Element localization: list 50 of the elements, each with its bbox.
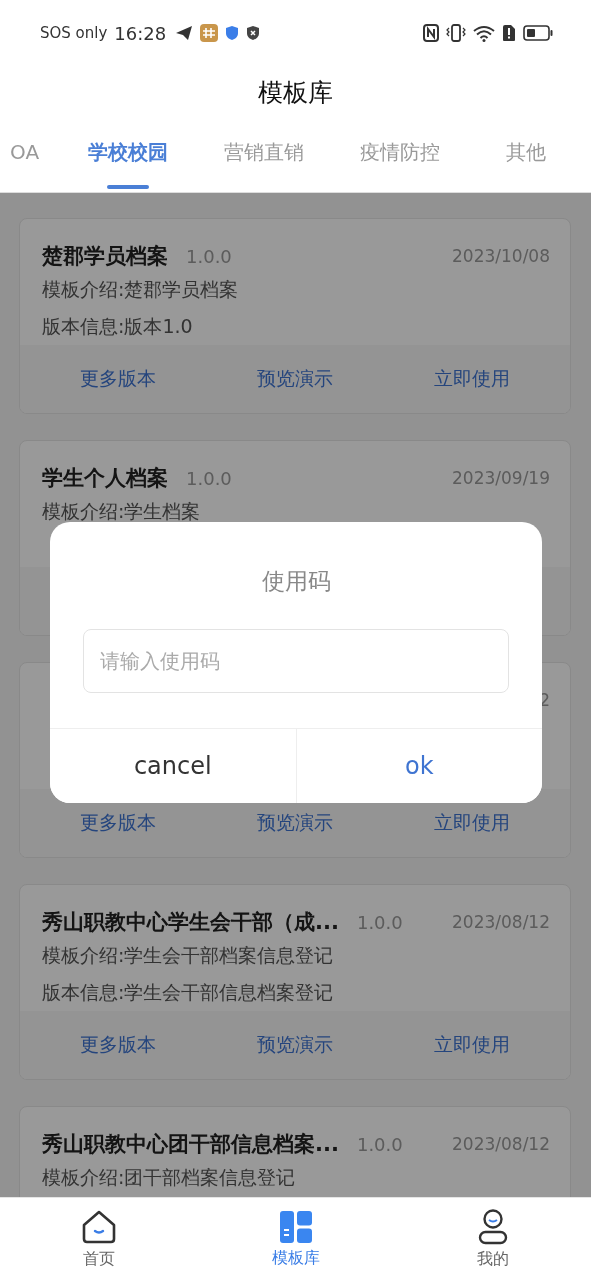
intro-text: 模板介绍:团干部档案信息登记 bbox=[42, 1164, 296, 1190]
cancel-button[interactable]: cancel bbox=[50, 729, 297, 803]
version-text: 1.0.0 bbox=[356, 1133, 403, 1155]
paper-plane-icon bbox=[175, 25, 194, 41]
date-text: 2023/08/12 bbox=[452, 912, 550, 932]
intro-text: 模板介绍:学生档案 bbox=[42, 498, 201, 524]
version-info-text: 版本信息:版本1.0 bbox=[42, 313, 193, 339]
category-tab[interactable]: 营销直销 bbox=[196, 118, 332, 192]
category-tab[interactable]: OA bbox=[0, 118, 60, 192]
category-tab[interactable]: 其他 bbox=[468, 118, 584, 192]
template-title: 学生个人档案 bbox=[42, 465, 168, 492]
version-text: 1.0.0 bbox=[356, 911, 403, 933]
date-text: 2023/09/19 bbox=[452, 468, 550, 488]
template-title: 秀山职教中心团干部信息档案... bbox=[42, 1131, 339, 1158]
home-icon bbox=[80, 1208, 117, 1245]
card-action-link[interactable]: 更多版本 bbox=[72, 806, 165, 840]
template-title: 秀山职教中心学生会干部（成... bbox=[42, 909, 339, 936]
date-text: 2023/10/08 bbox=[452, 246, 550, 266]
card-action-link[interactable]: 立即使用 bbox=[425, 1028, 518, 1062]
carrier-text: SOS only bbox=[40, 24, 108, 42]
sim-alert-icon bbox=[502, 24, 516, 42]
card-action-link[interactable]: 更多版本 bbox=[72, 1028, 165, 1062]
nfc-icon bbox=[423, 24, 439, 42]
shield-icon bbox=[225, 25, 240, 41]
card-action-link[interactable]: 立即使用 bbox=[425, 806, 518, 840]
category-tab[interactable]: 学校校园 bbox=[60, 118, 196, 192]
shield-x-icon bbox=[246, 25, 261, 41]
code-input-field[interactable]: 请输入使用码 bbox=[83, 629, 509, 693]
category-tab[interactable]: 疫情防控 bbox=[332, 118, 468, 192]
date-text: 2023/08/12 bbox=[452, 1134, 550, 1154]
intro-text: 模板介绍:楚郡学员档案 bbox=[42, 276, 239, 302]
template-title: 楚郡学员档案 bbox=[42, 243, 168, 270]
dialog-title: 使用码 bbox=[261, 567, 331, 596]
card-action-link[interactable]: 预览演示 bbox=[249, 1028, 341, 1062]
person-icon bbox=[476, 1208, 509, 1245]
card-action-link[interactable]: 预览演示 bbox=[249, 362, 341, 396]
card-action-link[interactable]: 立即使用 bbox=[425, 362, 518, 396]
grid-icon bbox=[278, 1209, 313, 1244]
page-title: 模板库 bbox=[258, 76, 333, 109]
version-info-text: 版本信息:学生会干部信息档案登记 bbox=[42, 979, 334, 1005]
wifi-icon bbox=[473, 24, 495, 42]
app-notification-icon bbox=[200, 24, 219, 42]
version-text: 1.0.0 bbox=[186, 245, 232, 267]
card-action-link[interactable]: 预览演示 bbox=[249, 806, 341, 840]
intro-text: 模板介绍:学生会干部档案信息登记 bbox=[42, 942, 334, 968]
battery-icon bbox=[523, 25, 553, 41]
card-action-link[interactable]: 更多版本 bbox=[72, 362, 165, 396]
clock-time: 16:28 bbox=[114, 22, 167, 44]
vibrate-icon bbox=[446, 24, 466, 42]
version-text: 1.0.0 bbox=[186, 467, 232, 489]
